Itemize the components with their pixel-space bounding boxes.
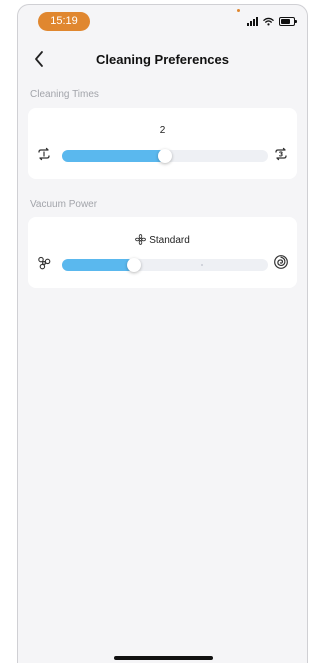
vacuum-power-card: Standard [28,217,297,288]
repeat-3-icon[interactable] [273,146,289,162]
vacuum-power-slider[interactable] [62,258,268,272]
page-title: Cleaning Preferences [96,52,229,67]
fan-icon [135,234,147,245]
repeat-1-icon[interactable] [36,146,52,162]
home-indicator [114,656,213,660]
vacuum-power-slider-fill [62,259,135,271]
status-time: 15:19 [38,12,90,31]
vacuum-power-slider-thumb[interactable] [127,258,142,272]
cleaning-times-slider-thumb[interactable] [158,149,172,163]
cleaning-times-slider-fill [62,150,165,162]
privacy-indicator-dot [237,9,240,12]
battery-icon [279,17,297,26]
cellular-signal-icon [247,17,258,26]
phone-screen: 15:19 Cleaning Preferences Cleaning Time… [17,4,308,663]
fan-low-icon[interactable] [36,255,52,271]
cleaning-times-card: 2 [28,108,297,179]
turbo-vortex-icon[interactable] [273,254,289,270]
cleaning-times-value: 2 [159,125,166,136]
status-bar: 15:19 [18,5,307,35]
vacuum-power-label: Vacuum Power [30,199,98,210]
status-icons [247,17,297,26]
vacuum-power-value-row: Standard [28,234,297,246]
vacuum-power-step-marker [201,264,203,266]
nav-bar: Cleaning Preferences [18,45,307,75]
vacuum-power-value: Standard [149,235,190,246]
wifi-icon [263,17,274,26]
cleaning-times-label: Cleaning Times [30,89,99,100]
cleaning-times-slider[interactable] [62,149,268,163]
